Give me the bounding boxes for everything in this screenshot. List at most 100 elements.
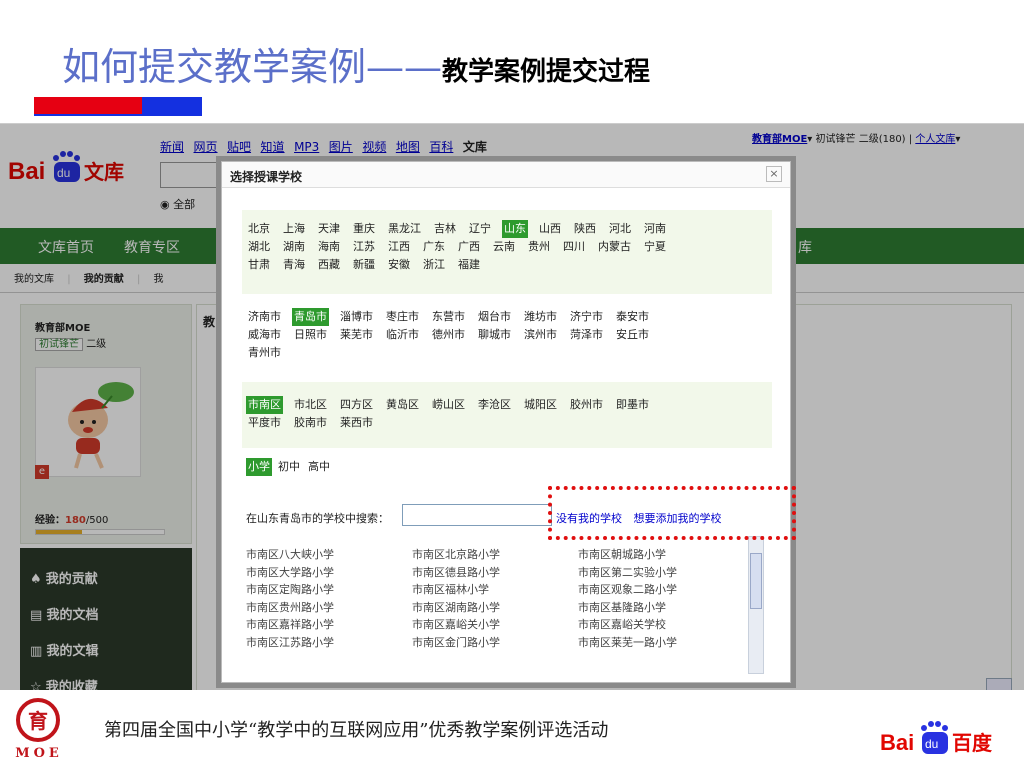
- school-option[interactable]: 市南区莱芜一路小学: [578, 634, 744, 652]
- city-option[interactable]: 聊城市: [476, 326, 513, 344]
- province-option[interactable]: 甘肃: [246, 256, 272, 274]
- level-option[interactable]: 初中: [276, 458, 302, 476]
- city-option[interactable]: 济南市: [246, 308, 283, 326]
- title-underline-red: [34, 97, 142, 114]
- province-option[interactable]: 江西: [386, 238, 412, 256]
- province-option[interactable]: 广西: [456, 238, 482, 256]
- school-option[interactable]: 市南区金门路小学: [412, 634, 578, 652]
- city-option[interactable]: 泰安市: [614, 308, 651, 326]
- school-option[interactable]: 市南区湖南路小学: [412, 599, 578, 617]
- city-option[interactable]: 威海市: [246, 326, 283, 344]
- slide-title-sub: 教学案例提交过程: [442, 57, 651, 87]
- dialog-header: 选择授课学校 ×: [222, 162, 790, 188]
- province-option[interactable]: 河南: [642, 220, 668, 238]
- province-option[interactable]: 陕西: [572, 220, 598, 238]
- school-option[interactable]: 市南区北京路小学: [412, 546, 578, 564]
- city-option[interactable]: 枣庄市: [384, 308, 421, 326]
- province-option[interactable]: 湖北: [246, 238, 272, 256]
- province-option[interactable]: 西藏: [316, 256, 342, 274]
- school-option[interactable]: 市南区嘉祥路小学: [246, 616, 412, 634]
- city-option[interactable]: 德州市: [430, 326, 467, 344]
- list-item: 市南区定陶路小学 市南区福林小学 市南区观象二路小学: [246, 581, 766, 599]
- district-option-selected[interactable]: 市南区: [246, 396, 283, 414]
- moe-logo-text: MOE: [15, 746, 63, 761]
- close-icon[interactable]: ×: [766, 166, 782, 182]
- province-option[interactable]: 辽宁: [467, 220, 493, 238]
- city-row: 济南市 青岛市 淄博市 枣庄市 东营市 烟台市 潍坊市 济宁市 泰安市: [246, 308, 776, 326]
- city-option-selected[interactable]: 青岛市: [292, 308, 329, 326]
- province-option[interactable]: 河北: [607, 220, 633, 238]
- province-option[interactable]: 四川: [561, 238, 587, 256]
- city-option[interactable]: 烟台市: [476, 308, 513, 326]
- school-option[interactable]: 市南区大学路小学: [246, 564, 412, 582]
- province-option[interactable]: 海南: [316, 238, 342, 256]
- province-option-selected[interactable]: 山东: [502, 220, 528, 238]
- scrollbar-thumb[interactable]: [750, 553, 762, 609]
- svg-text:育: 育: [28, 709, 48, 733]
- province-option[interactable]: 内蒙古: [596, 238, 633, 256]
- level-option-selected[interactable]: 小学: [246, 458, 272, 476]
- baidu-logo: Bai du 百度: [880, 720, 1014, 760]
- province-option[interactable]: 安徽: [386, 256, 412, 274]
- school-option[interactable]: 市南区八大峡小学: [246, 546, 412, 564]
- province-option[interactable]: 重庆: [351, 220, 377, 238]
- city-option[interactable]: 潍坊市: [522, 308, 559, 326]
- province-option[interactable]: 宁夏: [642, 238, 668, 256]
- province-option[interactable]: 云南: [491, 238, 517, 256]
- province-option[interactable]: 新疆: [351, 256, 377, 274]
- school-option[interactable]: 市南区嘉峪关学校: [578, 616, 744, 634]
- city-option[interactable]: 青州市: [246, 344, 283, 362]
- school-option[interactable]: 市南区基隆路小学: [578, 599, 744, 617]
- city-option[interactable]: 淄博市: [338, 308, 375, 326]
- district-option[interactable]: 即墨市: [614, 396, 651, 414]
- district-option[interactable]: 平度市: [246, 414, 283, 432]
- school-option[interactable]: 市南区观象二路小学: [578, 581, 744, 599]
- school-option[interactable]: 市南区第二实验小学: [578, 564, 744, 582]
- district-option[interactable]: 胶南市: [292, 414, 329, 432]
- province-option[interactable]: 广东: [421, 238, 447, 256]
- list-item: 市南区江苏路小学 市南区金门路小学 市南区莱芜一路小学: [246, 634, 766, 652]
- city-option[interactable]: 东营市: [430, 308, 467, 326]
- city-option[interactable]: 菏泽市: [568, 326, 605, 344]
- school-option[interactable]: 市南区贵州路小学: [246, 599, 412, 617]
- city-option[interactable]: 滨州市: [522, 326, 559, 344]
- province-option[interactable]: 青海: [281, 256, 307, 274]
- school-list-scrollbar[interactable]: [748, 536, 764, 674]
- district-option[interactable]: 李沧区: [476, 396, 513, 414]
- district-option[interactable]: 市北区: [292, 396, 329, 414]
- school-option[interactable]: 市南区江苏路小学: [246, 634, 412, 652]
- svg-text:Bai: Bai: [880, 730, 914, 755]
- school-option[interactable]: 市南区朝城路小学: [578, 546, 744, 564]
- province-option[interactable]: 福建: [456, 256, 482, 274]
- school-option[interactable]: 市南区德县路小学: [412, 564, 578, 582]
- district-option[interactable]: 四方区: [338, 396, 375, 414]
- slide-title: 如何提交教学案例——教学案例提交过程: [62, 36, 650, 96]
- school-search-input[interactable]: [402, 504, 552, 526]
- city-option[interactable]: 日照市: [292, 326, 329, 344]
- province-option[interactable]: 湖南: [281, 238, 307, 256]
- city-option[interactable]: 济宁市: [568, 308, 605, 326]
- district-option[interactable]: 莱西市: [338, 414, 375, 432]
- city-option[interactable]: 莱芜市: [338, 326, 375, 344]
- school-option[interactable]: 市南区嘉峪关小学: [412, 616, 578, 634]
- district-option[interactable]: 黄岛区: [384, 396, 421, 414]
- footer-text: 第四届全国中小学“教学中的互联网应用”优秀教学案例评选活动: [104, 720, 609, 741]
- school-option[interactable]: 市南区福林小学: [412, 581, 578, 599]
- province-option[interactable]: 吉林: [432, 220, 458, 238]
- dialog-title: 选择授课学校: [230, 170, 303, 184]
- city-option[interactable]: 安丘市: [614, 326, 651, 344]
- district-option[interactable]: 城阳区: [522, 396, 559, 414]
- province-option[interactable]: 黑龙江: [386, 220, 423, 238]
- province-option[interactable]: 北京: [246, 220, 272, 238]
- district-option[interactable]: 崂山区: [430, 396, 467, 414]
- district-option[interactable]: 胶州市: [568, 396, 605, 414]
- city-option[interactable]: 临沂市: [384, 326, 421, 344]
- province-option[interactable]: 江苏: [351, 238, 377, 256]
- province-option[interactable]: 浙江: [421, 256, 447, 274]
- province-option[interactable]: 山西: [537, 220, 563, 238]
- level-option[interactable]: 高中: [306, 458, 332, 476]
- school-option[interactable]: 市南区定陶路小学: [246, 581, 412, 599]
- province-option[interactable]: 天津: [316, 220, 342, 238]
- province-option[interactable]: 上海: [281, 220, 307, 238]
- province-option[interactable]: 贵州: [526, 238, 552, 256]
